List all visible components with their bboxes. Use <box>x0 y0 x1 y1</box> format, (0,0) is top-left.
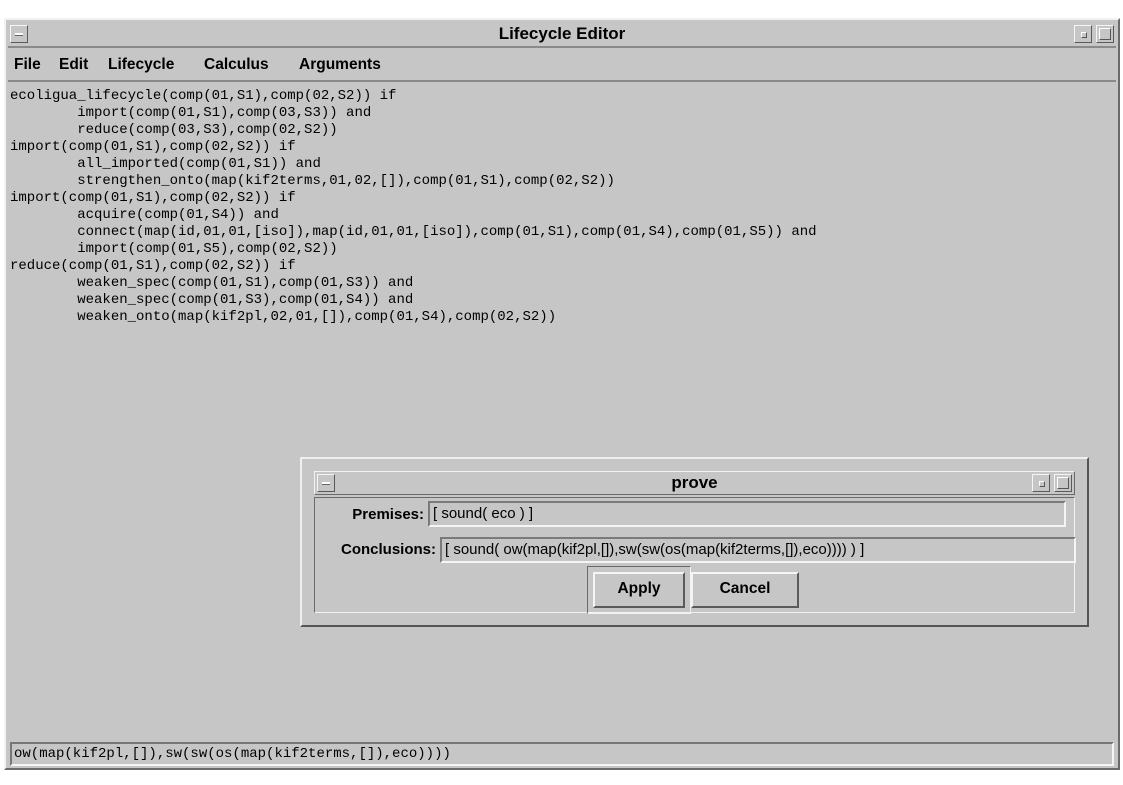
status-bar: ow(map(kif2pl,[]),sw(sw(os(map(kif2terms… <box>10 742 1114 766</box>
menu-bar: File Edit Lifecycle Calculus Arguments <box>8 50 1116 82</box>
menu-edit[interactable]: Edit <box>59 56 88 74</box>
code-editor[interactable]: ecoligua_lifecycle(comp(01,S1),comp(02,S… <box>8 84 1116 734</box>
apply-button[interactable]: Apply <box>593 572 685 608</box>
menu-calculus[interactable]: Calculus <box>204 56 269 74</box>
premises-field[interactable]: [ sound( eco ) ] <box>428 501 1066 527</box>
dialog-maximize-icon <box>1057 477 1069 489</box>
title-bar[interactable]: Lifecycle Editor <box>8 22 1116 48</box>
maximize-icon <box>1099 28 1111 40</box>
maximize-button[interactable] <box>1096 25 1114 43</box>
minimize-icon <box>1081 32 1087 38</box>
menu-lifecycle[interactable]: Lifecycle <box>108 56 174 74</box>
premises-label: Premises: <box>352 506 424 523</box>
conclusions-label: Conclusions: <box>340 541 436 558</box>
window-title: Lifecycle Editor <box>498 24 626 43</box>
menu-arguments[interactable]: Arguments <box>299 56 381 74</box>
dialog-minimize-button[interactable] <box>1032 474 1050 492</box>
status-text: ow(map(kif2pl,[]),sw(sw(os(map(kif2terms… <box>14 746 451 762</box>
lifecycle-code[interactable]: ecoligua_lifecycle(comp(01,S1),comp(02,S… <box>10 88 817 326</box>
dialog-title: prove <box>671 473 718 492</box>
lifecycle-editor-window: Lifecycle Editor File Edit Lifecycle Cal… <box>4 18 1120 770</box>
dialog-maximize-button[interactable] <box>1054 474 1072 492</box>
dialog-title-bar[interactable]: prove <box>314 471 1075 495</box>
cancel-button[interactable]: Cancel <box>691 572 799 608</box>
conclusions-field[interactable]: [ sound( ow(map(kif2pl,[]),sw(sw(os(map(… <box>440 537 1076 563</box>
dialog-minimize-icon <box>1039 481 1045 487</box>
minimize-button[interactable] <box>1074 25 1092 43</box>
menu-file[interactable]: File <box>14 56 41 74</box>
